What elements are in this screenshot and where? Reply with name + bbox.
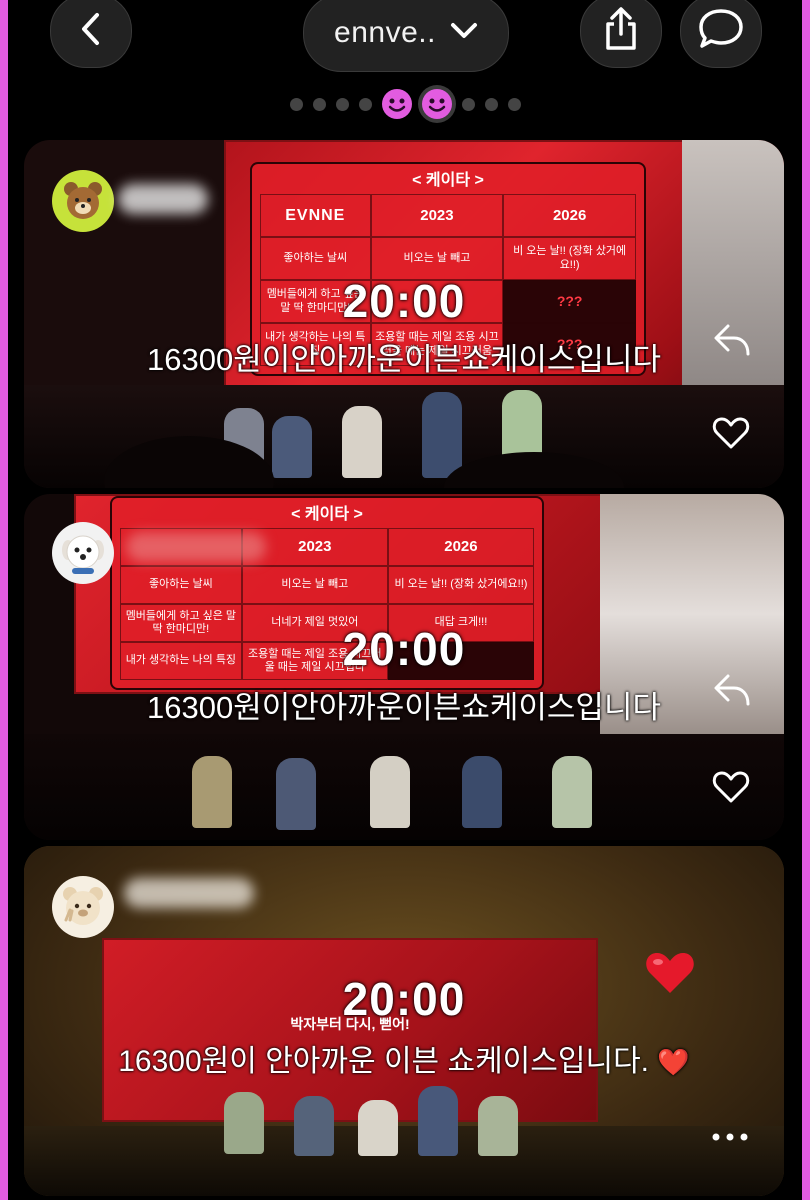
- evnne-logo: EVNNE: [285, 206, 346, 224]
- performer: [358, 1100, 398, 1156]
- story-header: ennve..: [0, 0, 810, 119]
- page-dot[interactable]: [312, 97, 326, 111]
- performer: [192, 756, 232, 828]
- performer: [462, 756, 502, 828]
- share-icon: [601, 6, 641, 57]
- page-dot[interactable]: [461, 97, 475, 111]
- performer: [422, 392, 462, 478]
- performer: [552, 756, 592, 828]
- panel-brand-cell: EVNNE: [260, 194, 371, 237]
- story-caption-text: 16300원이 안아까운 이븐 쇼케이스입니다.: [118, 1045, 650, 1078]
- performer: [294, 1096, 334, 1156]
- page-dot[interactable]: [507, 97, 521, 111]
- profile-title: ennve..: [334, 16, 436, 49]
- bear-avatar-icon[interactable]: [52, 170, 114, 232]
- heart-outline-icon[interactable]: [712, 416, 750, 455]
- back-button[interactable]: [50, 0, 132, 68]
- blurred-username: [118, 184, 208, 214]
- stage-floor: [24, 1126, 784, 1196]
- smiley-dot-icon[interactable]: [381, 89, 412, 119]
- performer: [370, 756, 410, 828]
- message-bubble-icon: [697, 7, 745, 56]
- page-dot[interactable]: [335, 97, 349, 111]
- reply-arrow-icon[interactable]: [712, 672, 752, 713]
- chevron-down-icon: [450, 22, 478, 45]
- page-dot[interactable]: [358, 97, 372, 111]
- panel-cell: 비 오는 날!! (장화 샀거에요!!): [387, 566, 534, 604]
- reply-arrow-icon[interactable]: [712, 322, 752, 363]
- panel-col-header: 2026: [503, 194, 636, 237]
- heart-outline-icon[interactable]: [712, 770, 750, 809]
- story-caption: 16300원이안아까운이븐쇼케이스입니다: [146, 690, 661, 725]
- performer: [224, 1092, 264, 1154]
- time-sticker: 20:00: [342, 973, 466, 1025]
- profile-title-dropdown[interactable]: ennve..: [303, 0, 509, 72]
- panel-col-header: 2026: [387, 528, 534, 566]
- performer: [418, 1086, 458, 1156]
- story-caption: 16300원이안아까운이븐쇼케이스입니다: [146, 342, 661, 377]
- time-sticker: 20:00: [342, 623, 466, 675]
- performer: [276, 758, 316, 830]
- performer: [478, 1096, 518, 1156]
- performer: [272, 416, 312, 478]
- panel-row-label: 좋아하는 날씨: [120, 566, 242, 604]
- bear-peace-avatar-icon[interactable]: [52, 876, 114, 938]
- page-indicator: [0, 86, 810, 122]
- story-card-3[interactable]: 박자부터 다시, 뻗어! 20:00 16300원이 안아까운 이븐 쇼케이스입…: [24, 846, 784, 1196]
- story-card-2[interactable]: < 케이타 > 2023 2026 좋아하는 날씨 비오는 날 빼고 비 오는 …: [24, 494, 784, 840]
- panel-col-header: 2023: [370, 194, 504, 237]
- panel-title: < 케이타 >: [291, 506, 363, 523]
- panel-title: < 케이타 >: [412, 172, 484, 189]
- red-heart-emoji: ❤️: [657, 1047, 690, 1077]
- puppy-avatar-icon[interactable]: [52, 522, 114, 584]
- blurred-username: [124, 878, 254, 908]
- time-sticker: 20:00: [342, 275, 466, 327]
- pink-border-left: [0, 0, 8, 1200]
- story-card-1[interactable]: < 케이타 > EVNNE 2023 2026 좋아하는 날씨 비오는 날 빼고…: [24, 140, 784, 488]
- page-dot[interactable]: [484, 97, 498, 111]
- performer: [342, 406, 382, 478]
- message-button[interactable]: [680, 0, 762, 68]
- chevron-left-icon: [76, 12, 106, 51]
- blurred-username: [126, 532, 266, 562]
- more-dots-icon[interactable]: [710, 1130, 750, 1148]
- story-caption: 16300원이 안아까운 이븐 쇼케이스입니다. ❤️: [24, 1036, 784, 1080]
- panel-cell: 비오는 날 빼고: [241, 566, 388, 604]
- page-dot[interactable]: [289, 97, 303, 111]
- share-button[interactable]: [580, 0, 662, 68]
- smiley-dot-active-icon[interactable]: [421, 89, 452, 119]
- pink-border-right: [802, 0, 810, 1200]
